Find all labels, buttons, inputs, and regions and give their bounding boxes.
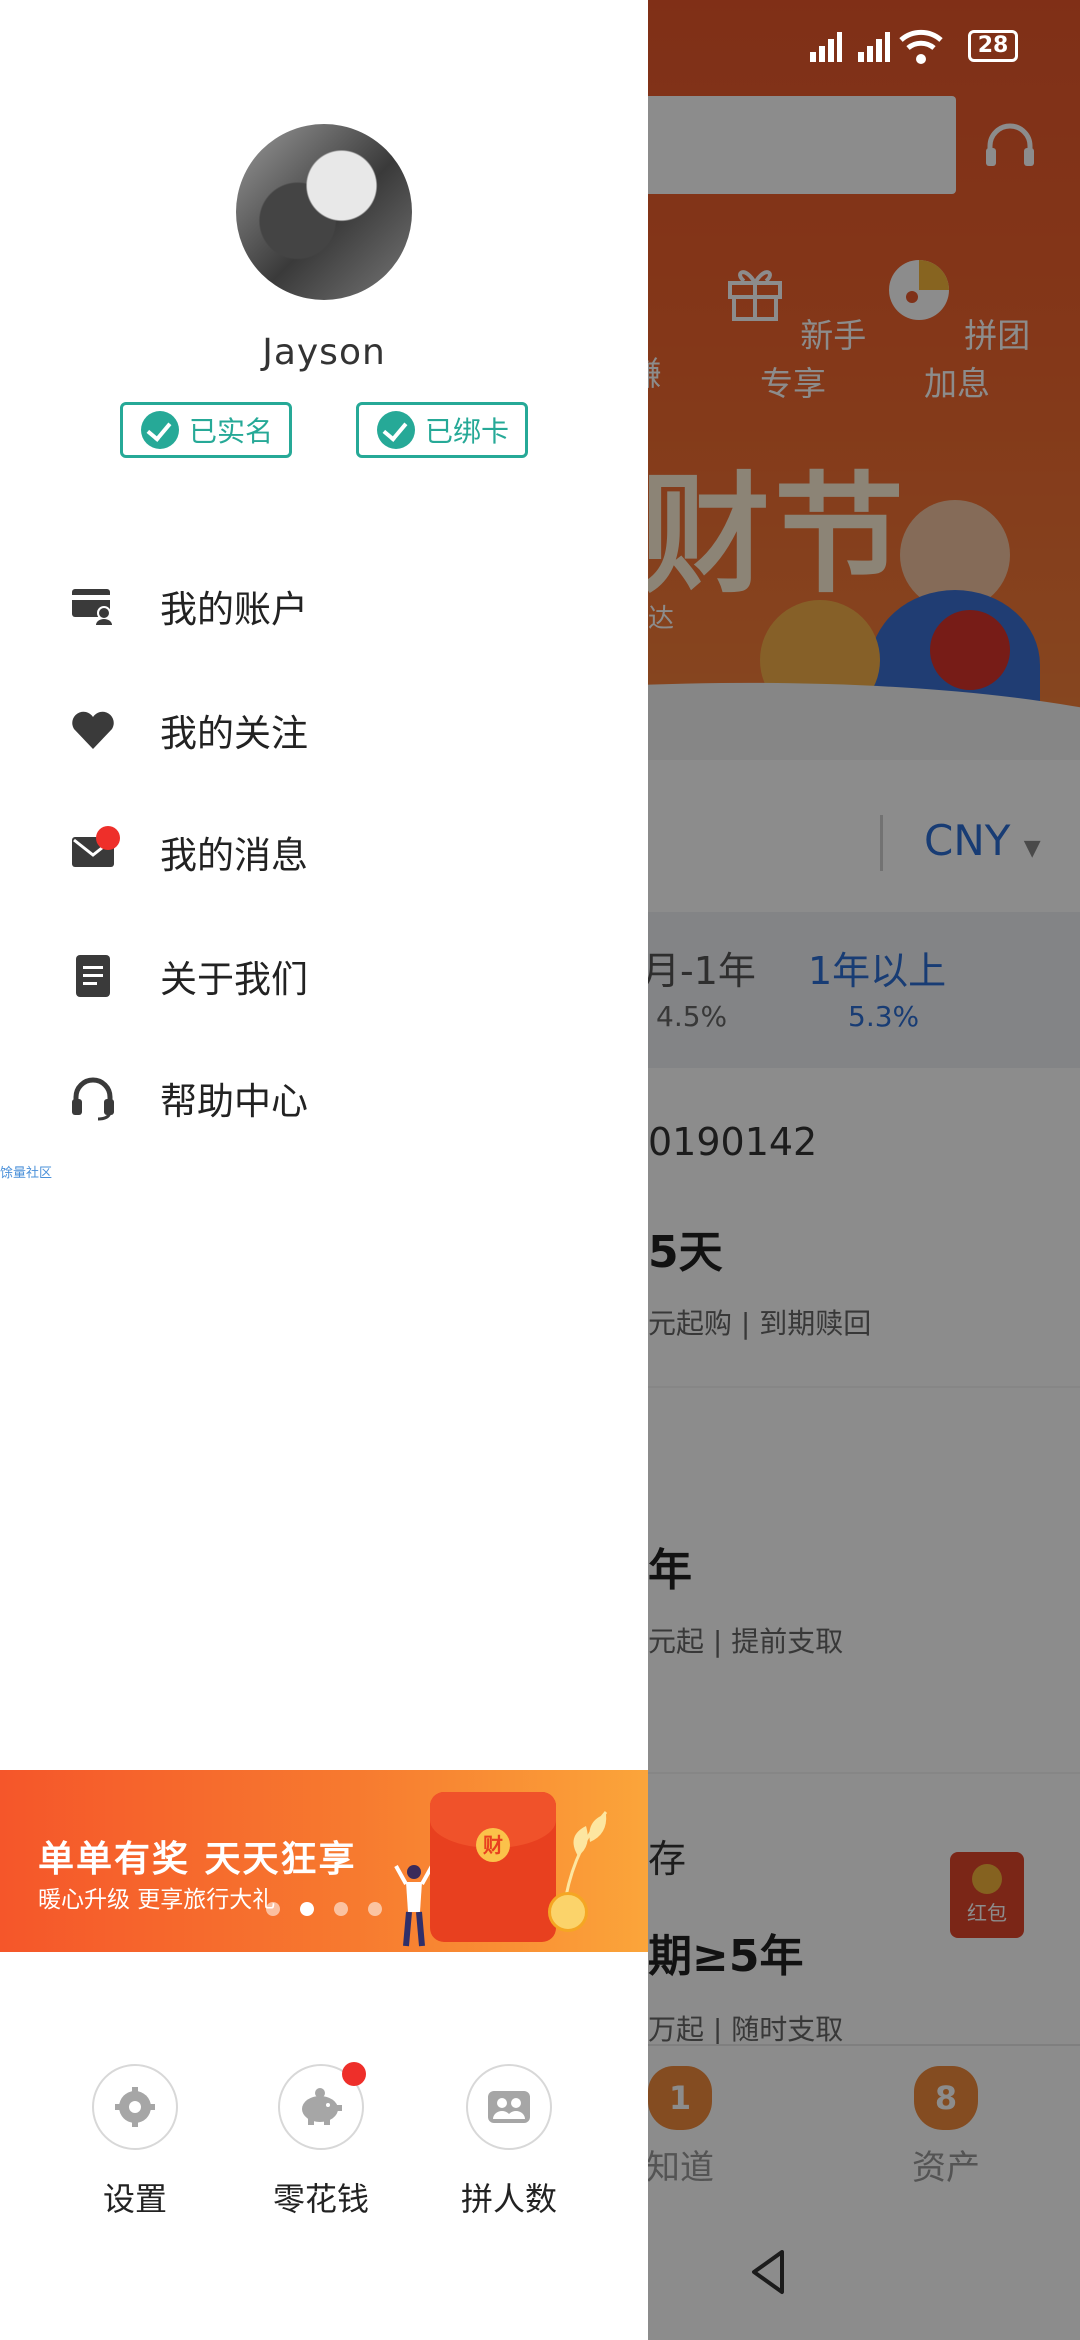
signal-icon	[810, 32, 842, 62]
promo-subtitle: 暖心升级 更享旅行大礼	[38, 1887, 276, 1913]
community-link[interactable]: 馀量社区	[0, 1162, 52, 1181]
shortcut-circle	[92, 2064, 178, 2150]
badge-label: 已绑卡	[425, 415, 510, 448]
shortcut-settings[interactable]: 设置	[60, 2064, 210, 2220]
carousel-dots	[266, 1902, 382, 1916]
gear-icon	[115, 2087, 155, 2127]
verified-badge[interactable]: 已实名	[120, 402, 292, 458]
menu-item-about[interactable]: 关于我们	[0, 926, 648, 1026]
red-envelope-icon: 财	[430, 1792, 556, 1942]
menu-item-label: 我的关注	[160, 712, 308, 755]
shortcut-label: 拼人数	[460, 2180, 557, 2218]
carousel-dot[interactable]	[266, 1902, 280, 1916]
promo-title: 单单有奖 天天狂享	[38, 1839, 357, 1880]
shortcut-pocket-money[interactable]: 零花钱	[246, 2062, 396, 2220]
carousel-dot[interactable]	[368, 1902, 382, 1916]
group-icon	[488, 2091, 530, 2123]
unread-dot	[96, 826, 120, 850]
check-icon	[141, 411, 179, 449]
menu-item-account[interactable]: 我的账户	[0, 556, 648, 656]
promo-banner[interactable]: 单单有奖 天天狂享 暖心升级 更享旅行大礼 财	[0, 1770, 648, 1952]
card-bound-badge[interactable]: 已绑卡	[356, 402, 528, 458]
document-icon	[76, 955, 110, 997]
status-bar: 28	[648, 24, 1080, 74]
heart-icon	[72, 711, 114, 749]
headset-icon	[72, 1077, 114, 1121]
avatar[interactable]	[236, 124, 412, 300]
menu-item-messages[interactable]: 我的消息	[0, 802, 648, 902]
menu-item-help[interactable]: 帮助中心	[0, 1048, 648, 1148]
person-illustration	[394, 1865, 434, 1947]
shortcut-label: 零花钱	[272, 2180, 369, 2218]
leaf-icon	[564, 1811, 608, 1896]
shortcut-label: 设置	[102, 2180, 167, 2218]
carousel-dot[interactable]	[334, 1902, 348, 1916]
notification-dot	[342, 2062, 366, 2086]
menu-item-label: 我的账户	[160, 588, 308, 631]
check-icon	[377, 411, 415, 449]
wifi-icon	[899, 29, 943, 64]
envelope-seal: 财	[476, 1828, 510, 1862]
badge-label: 已实名	[189, 415, 274, 448]
piggy-bank-icon	[302, 2088, 342, 2125]
account-card-icon	[72, 589, 112, 625]
menu-item-label: 我的消息	[160, 834, 308, 877]
carousel-dot[interactable]	[300, 1902, 314, 1916]
shortcut-circle	[466, 2064, 552, 2150]
signal-icon	[858, 32, 890, 62]
coin-icon	[548, 1892, 588, 1932]
battery-icon: 28	[968, 30, 1018, 62]
menu-item-follow[interactable]: 我的关注	[0, 680, 648, 780]
shortcut-group-count[interactable]: 拼人数	[434, 2064, 584, 2220]
username: Jayson	[262, 332, 386, 373]
side-drawer: Jayson 已实名 已绑卡 我的账户 我的关注 我的消息 关于我们 帮助中心 …	[0, 0, 648, 2340]
menu-item-label: 关于我们	[160, 958, 308, 1001]
menu-item-label: 帮助中心	[160, 1080, 308, 1123]
shortcut-circle	[278, 2062, 366, 2150]
